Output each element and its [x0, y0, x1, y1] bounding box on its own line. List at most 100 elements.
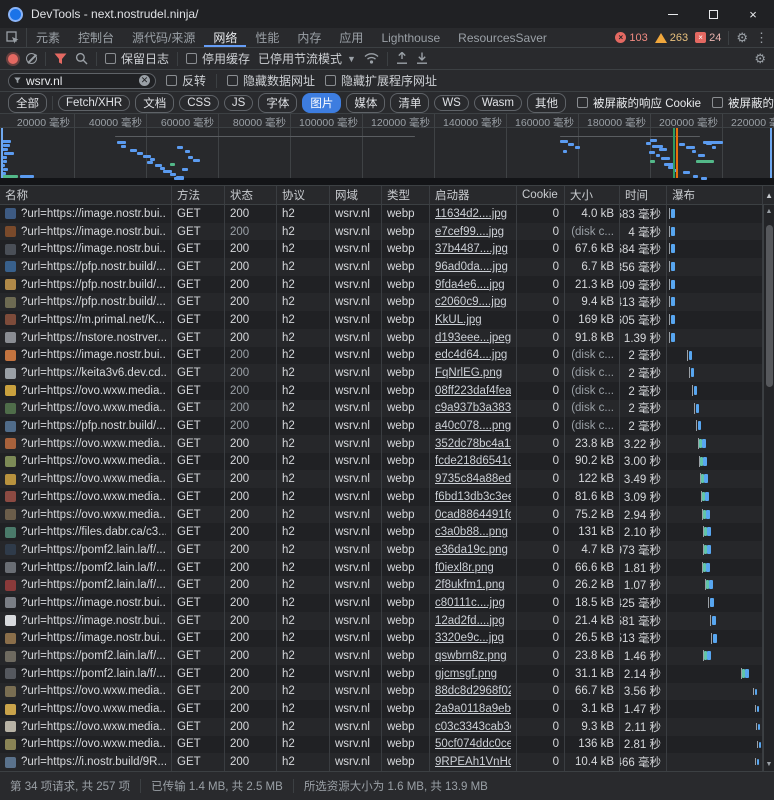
column-header-1[interactable]: 方法: [172, 186, 225, 204]
tab-2[interactable]: 源代码/来源: [123, 28, 204, 47]
initiator-link[interactable]: 12ad2fd....jpg: [435, 615, 505, 627]
table-row[interactable]: ?url=https://ovo.wxw.media...GET200h2wsr…: [0, 700, 763, 718]
clear-filter-icon[interactable]: ✕: [139, 75, 150, 86]
column-header-6[interactable]: 启动器: [430, 186, 517, 204]
initiator-link[interactable]: 50cf074ddc0ce9...: [435, 738, 511, 750]
column-header-4[interactable]: 网域: [330, 186, 382, 204]
initiator-link[interactable]: c2060c9....jpg: [435, 296, 507, 308]
initiator-link[interactable]: 37b4487....jpg: [435, 243, 508, 255]
scroll-down-icon[interactable]: ▼: [764, 761, 774, 768]
table-row[interactable]: ?url=https://ovo.wxw.media...GET200h2wsr…: [0, 435, 763, 453]
table-row[interactable]: ?url=https://ovo.wxw.media...GET200h2wsr…: [0, 718, 763, 736]
error-badge[interactable]: × 103: [615, 32, 647, 44]
chip-0[interactable]: 全部: [8, 93, 47, 113]
disable-cache-checkbox[interactable]: 停用缓存: [186, 50, 250, 67]
network-overview-timeline[interactable]: 20000 毫秒40000 毫秒60000 毫秒80000 毫秒100000 毫…: [0, 114, 774, 186]
initiator-link[interactable]: 2f8ukfm1.png: [435, 579, 505, 591]
column-header-5[interactable]: 类型: [382, 186, 430, 204]
scrollbar-thumb[interactable]: [766, 225, 773, 387]
chip-6[interactable]: 图片: [302, 93, 341, 113]
inspect-element-icon[interactable]: [6, 31, 20, 45]
initiator-link[interactable]: qswbrn8z.png: [435, 650, 507, 662]
chip-5[interactable]: 字体: [258, 93, 297, 113]
initiator-link[interactable]: e36da19c.png: [435, 544, 508, 556]
initiator-link[interactable]: 08ff223daf4fea9...: [435, 385, 511, 397]
chip-7[interactable]: 媒体: [346, 93, 385, 113]
close-button[interactable]: ×: [746, 7, 760, 21]
chip-11[interactable]: 其他: [527, 93, 566, 113]
tab-3[interactable]: 网络: [204, 28, 246, 47]
initiator-link[interactable]: 9735c84a88ed48...: [435, 473, 511, 485]
chip-1[interactable]: Fetch/XHR: [58, 95, 130, 111]
table-row[interactable]: ?url=https://keita3v6.dev.cd...GET200h2w…: [0, 364, 763, 382]
initiator-link[interactable]: 96ad0da....jpg: [435, 261, 508, 273]
table-row[interactable]: ?url=https://ovo.wxw.media...GET200h2wsr…: [0, 506, 763, 524]
network-settings-gear-icon[interactable]: ⚙: [754, 52, 766, 65]
chip-2[interactable]: 文档: [135, 93, 174, 113]
initiator-link[interactable]: 9fda4e6....jpg: [435, 279, 505, 291]
column-header-0[interactable]: 名称: [0, 186, 172, 204]
chip-3[interactable]: CSS: [179, 95, 219, 111]
initiator-link[interactable]: 0cad8864491fc0...: [435, 509, 511, 521]
table-row[interactable]: ?url=https://ovo.wxw.media...GET200h2wsr…: [0, 488, 763, 506]
table-row[interactable]: ?url=https://pomf2.lain.la/f/...GET200h2…: [0, 665, 763, 683]
table-row[interactable]: ?url=https://pfp.nostr.build/...GET200h2…: [0, 293, 763, 311]
table-row[interactable]: ?url=https://image.nostr.bui...GET200h2w…: [0, 612, 763, 630]
table-row[interactable]: ?url=https://image.nostr.bui...GET200h2w…: [0, 347, 763, 365]
export-har-icon[interactable]: [416, 52, 428, 65]
column-header-9[interactable]: 时间: [620, 186, 667, 204]
table-row[interactable]: ?url=https://ovo.wxw.media...GET200h2wsr…: [0, 382, 763, 400]
table-row[interactable]: ?url=https://ovo.wxw.media...GET200h2wsr…: [0, 400, 763, 418]
table-row[interactable]: ?url=https://m.primal.net/K...GET200h2ws…: [0, 311, 763, 329]
initiator-link[interactable]: c80111c....jpg: [435, 597, 505, 609]
chip-4[interactable]: JS: [224, 95, 253, 111]
initiator-link[interactable]: 3320e9c...jpg: [435, 632, 504, 644]
blocked-requests-checkbox[interactable]: 被屏蔽的请求: [712, 95, 774, 111]
initiator-link[interactable]: edc4d64....jpg: [435, 349, 507, 361]
table-row[interactable]: ?url=https://ovo.wxw.media...GET200h2wsr…: [0, 453, 763, 471]
initiator-link[interactable]: 9RPEAh1VnHdPz...: [435, 756, 511, 768]
column-header-10[interactable]: 瀑布: [667, 186, 763, 204]
initiator-link[interactable]: f6bd13db3c3ee3...: [435, 491, 511, 503]
initiator-link[interactable]: a40c078....png: [435, 420, 511, 432]
initiator-link[interactable]: c9a937b3a3832c...: [435, 402, 511, 414]
table-row[interactable]: ?url=https://ovo.wxw.media...GET200h2wsr…: [0, 470, 763, 488]
warning-badge[interactable]: 263: [655, 32, 688, 44]
column-header-3[interactable]: 协议: [277, 186, 330, 204]
initiator-link[interactable]: c3a0b88...png: [435, 526, 508, 538]
tab-7[interactable]: Lighthouse: [372, 28, 449, 47]
initiator-link[interactable]: c03c3343cab3e...: [435, 721, 511, 733]
tab-4[interactable]: 性能: [246, 28, 288, 47]
minimize-button[interactable]: [666, 7, 680, 21]
table-row[interactable]: ?url=https://ovo.wxw.media...GET200h2wsr…: [0, 736, 763, 754]
record-button[interactable]: [8, 54, 18, 64]
blocked-cookies-checkbox[interactable]: 被屏蔽的响应 Cookie: [577, 95, 701, 111]
import-har-icon[interactable]: [396, 52, 408, 65]
tab-1[interactable]: 控制台: [69, 28, 123, 47]
filter-input[interactable]: [26, 74, 134, 88]
table-row[interactable]: ?url=https://pfp.nostr.build/...GET200h2…: [0, 258, 763, 276]
filter-icon[interactable]: [54, 53, 67, 65]
invert-checkbox[interactable]: 反转: [166, 72, 206, 89]
initiator-link[interactable]: 11634d2....jpg: [435, 208, 507, 220]
throttling-select[interactable]: 已停用节流模式 ▼: [258, 50, 356, 67]
table-row[interactable]: ?url=https://pomf2.lain.la/f/...GET200h2…: [0, 541, 763, 559]
initiator-link[interactable]: FqNrlEG.png: [435, 367, 502, 379]
table-row[interactable]: ?url=https://i.nostr.build/9R...GET200h2…: [0, 753, 763, 771]
scroll-up-icon[interactable]: ▲: [764, 208, 774, 215]
table-row[interactable]: ?url=https://files.dabr.ca/c3...GET200h2…: [0, 523, 763, 541]
initiator-link[interactable]: gjcmsgf.png: [435, 668, 497, 680]
table-row[interactable]: ?url=https://nstore.nostrver...GET200h2w…: [0, 329, 763, 347]
table-row[interactable]: ?url=https://image.nostr.bui...GET200h2w…: [0, 594, 763, 612]
initiator-link[interactable]: 88dc8d2968f02f...: [435, 685, 511, 697]
clear-button[interactable]: [26, 53, 37, 64]
initiator-link[interactable]: fcde218d6541c6...: [435, 455, 511, 467]
initiator-link[interactable]: f0iexl8r.png: [435, 562, 494, 574]
table-row[interactable]: ?url=https://pfp.nostr.build/...GET200h2…: [0, 417, 763, 435]
initiator-link[interactable]: e7cef99....jpg: [435, 226, 504, 238]
column-header-8[interactable]: 大小: [565, 186, 620, 204]
tab-6[interactable]: 应用: [330, 28, 372, 47]
tab-0[interactable]: 元素: [27, 28, 69, 47]
chip-9[interactable]: WS: [434, 95, 469, 111]
hide-data-urls-checkbox[interactable]: 隐藏数据网址: [227, 72, 315, 89]
